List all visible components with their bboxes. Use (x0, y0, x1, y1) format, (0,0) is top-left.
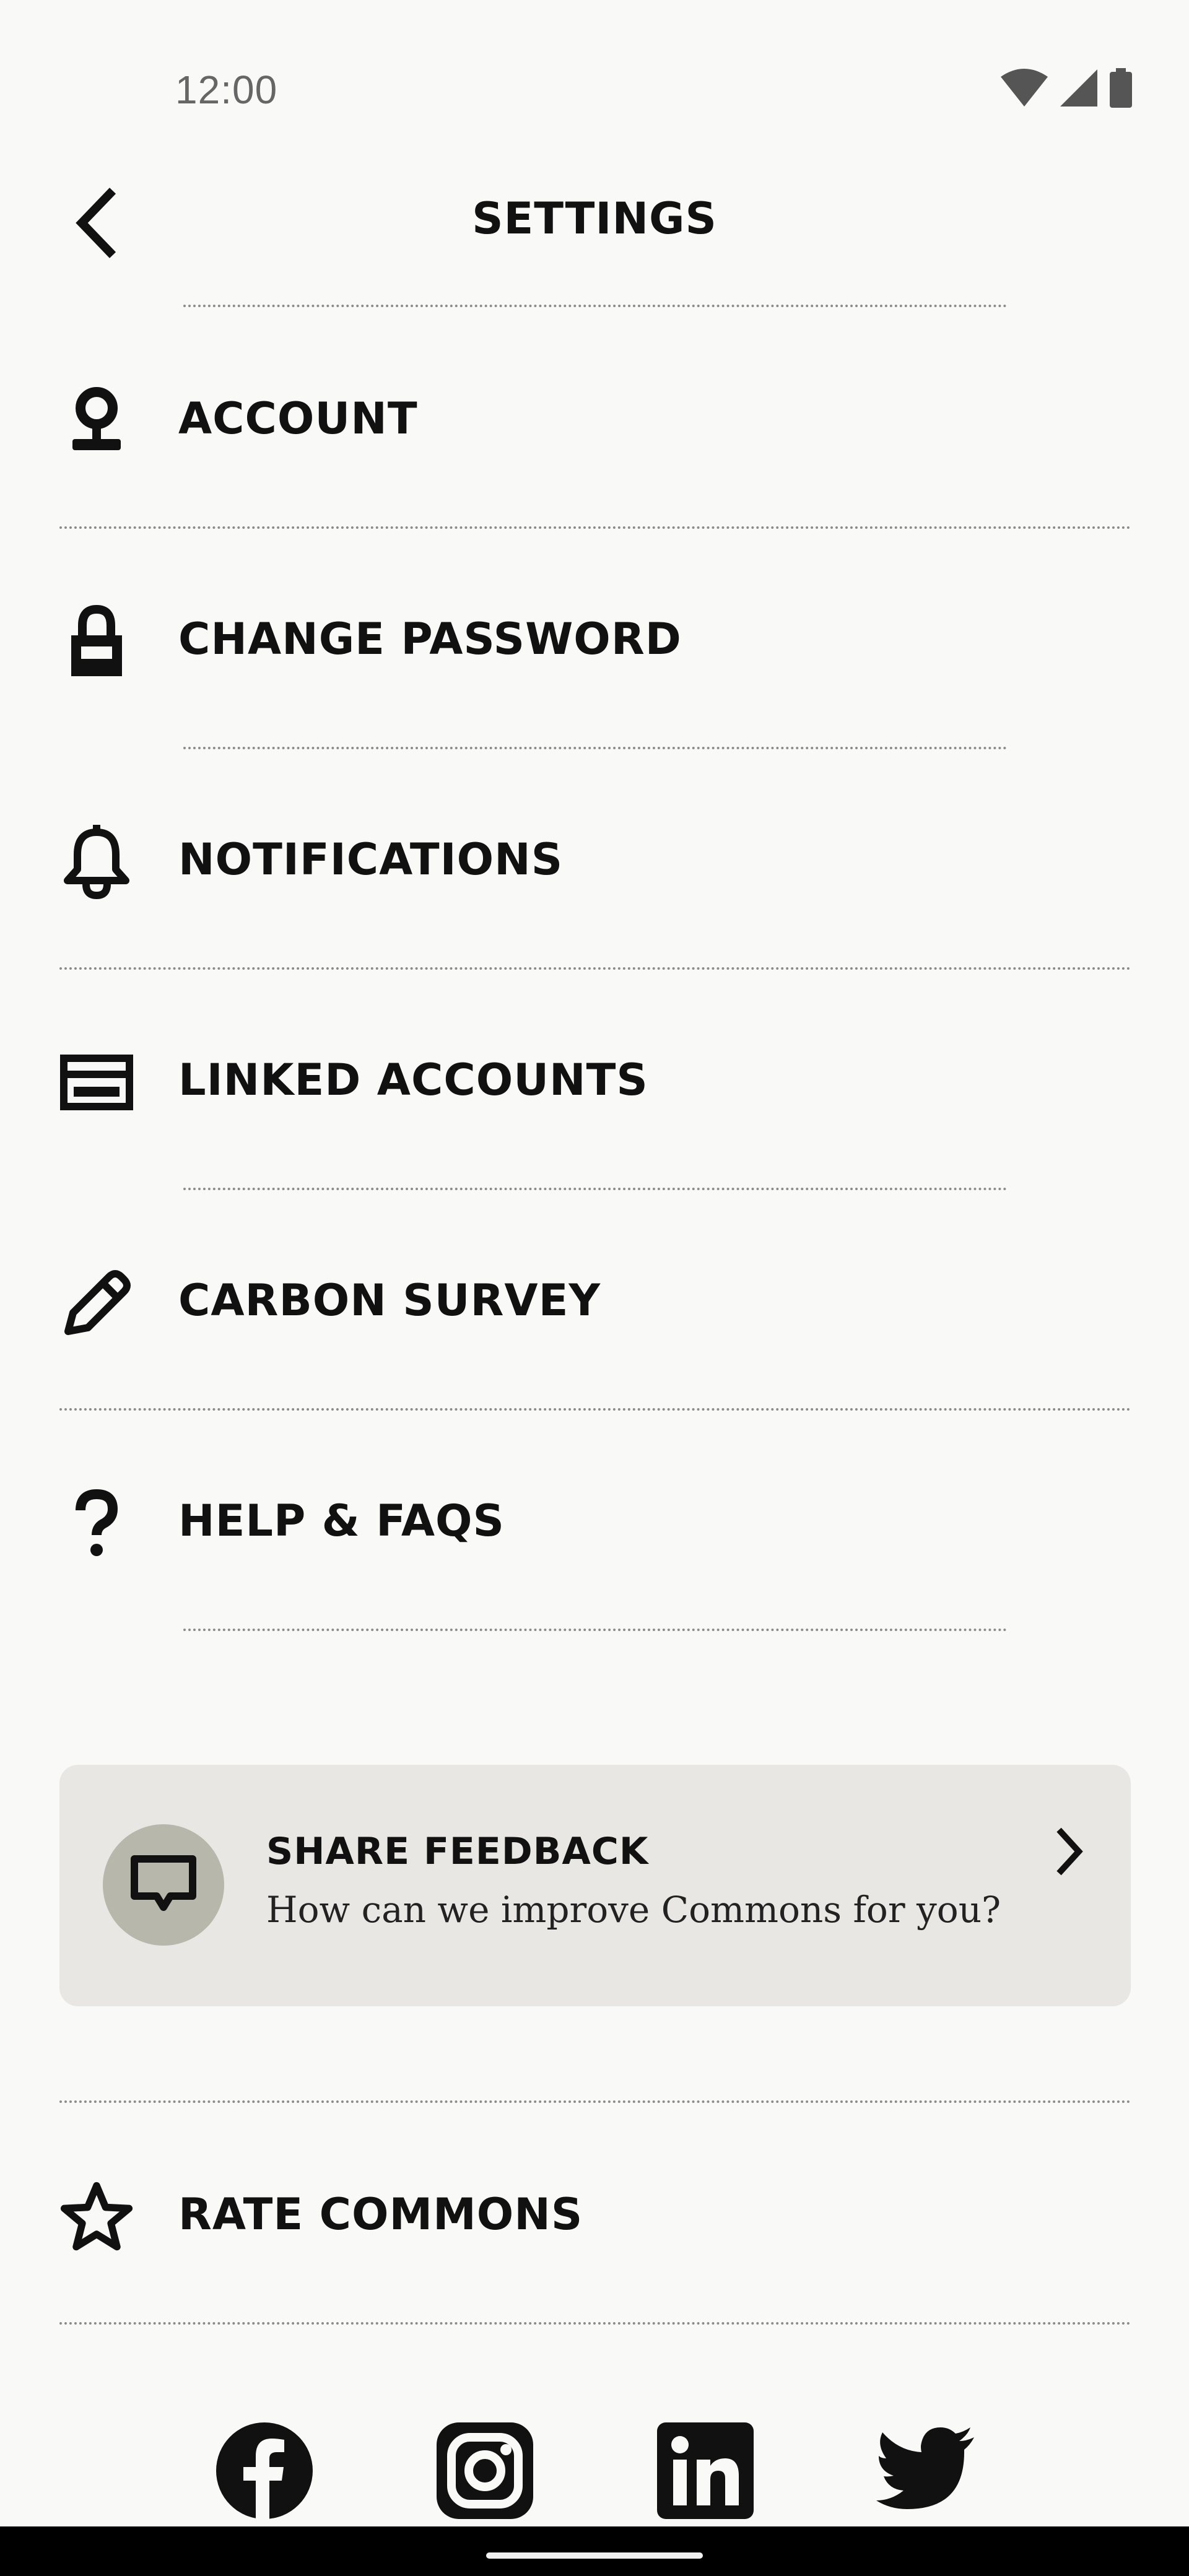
star-icon (59, 2180, 134, 2254)
menu-item-label: RATE COMMONS (178, 2189, 583, 2240)
divider (183, 1188, 1007, 1190)
lock-icon (59, 604, 134, 679)
account-pin-icon (59, 384, 134, 458)
divider (59, 526, 1131, 529)
feedback-subtitle: How can we improve Commons for you? (266, 1889, 1001, 1931)
divider (59, 1408, 1131, 1411)
menu-item-carbon-survey[interactable]: CARBON SURVEY (0, 1204, 1189, 1390)
share-feedback-card[interactable]: SHARE FEEDBACK How can we improve Common… (59, 1765, 1131, 2006)
bell-icon (59, 825, 134, 899)
page-title: SETTINGS (472, 193, 717, 244)
menu-item-change-password[interactable]: CHANGE PASSWORD (0, 542, 1189, 728)
menu-item-label: CHANGE PASSWORD (178, 614, 682, 664)
social-links (0, 2415, 1189, 2526)
menu-item-account[interactable]: ACCOUNT (0, 322, 1189, 508)
menu-item-rate-commons[interactable]: RATE COMMONS (0, 2118, 1189, 2304)
divider (59, 2322, 1131, 2325)
home-handle[interactable] (486, 2552, 703, 2559)
status-time: 12:00 (175, 67, 278, 112)
divider (183, 1629, 1007, 1631)
feedback-title: SHARE FEEDBACK (266, 1830, 649, 1873)
chat-bubble-icon (131, 1855, 196, 1911)
wifi-icon (1001, 69, 1048, 107)
battery-icon (1110, 68, 1132, 108)
divider (183, 305, 1007, 307)
facebook-icon[interactable] (215, 2421, 314, 2520)
menu-item-label: ACCOUNT (178, 393, 418, 444)
cellular-signal-icon (1060, 69, 1097, 107)
status-bar: 12:00 (0, 0, 1189, 136)
menu-item-help-faqs[interactable]: HELP & FAQS (0, 1424, 1189, 1610)
menu-item-label: HELP & FAQS (178, 1495, 505, 1546)
menu-item-label: LINKED ACCOUNTS (178, 1055, 648, 1105)
twitter-icon[interactable] (876, 2421, 975, 2520)
menu-item-linked-accounts[interactable]: LINKED ACCOUNTS (0, 983, 1189, 1169)
divider (59, 2100, 1131, 2103)
question-mark-icon (59, 1486, 134, 1560)
instagram-icon[interactable] (435, 2421, 534, 2520)
divider (59, 967, 1131, 970)
menu-item-label: NOTIFICATIONS (178, 834, 564, 885)
system-nav-bar (0, 2526, 1189, 2576)
menu-item-label: CARBON SURVEY (178, 1275, 601, 1326)
credit-card-icon (59, 1045, 134, 1120)
feedback-avatar (103, 1824, 224, 1946)
chevron-right-icon (1044, 1821, 1094, 1882)
linkedin-icon[interactable] (656, 2421, 755, 2520)
app-bar: SETTINGS (0, 161, 1189, 285)
pencil-icon (59, 1266, 134, 1340)
status-icons (1000, 68, 1133, 108)
menu-item-notifications[interactable]: NOTIFICATIONS (0, 763, 1189, 949)
divider (183, 747, 1007, 749)
